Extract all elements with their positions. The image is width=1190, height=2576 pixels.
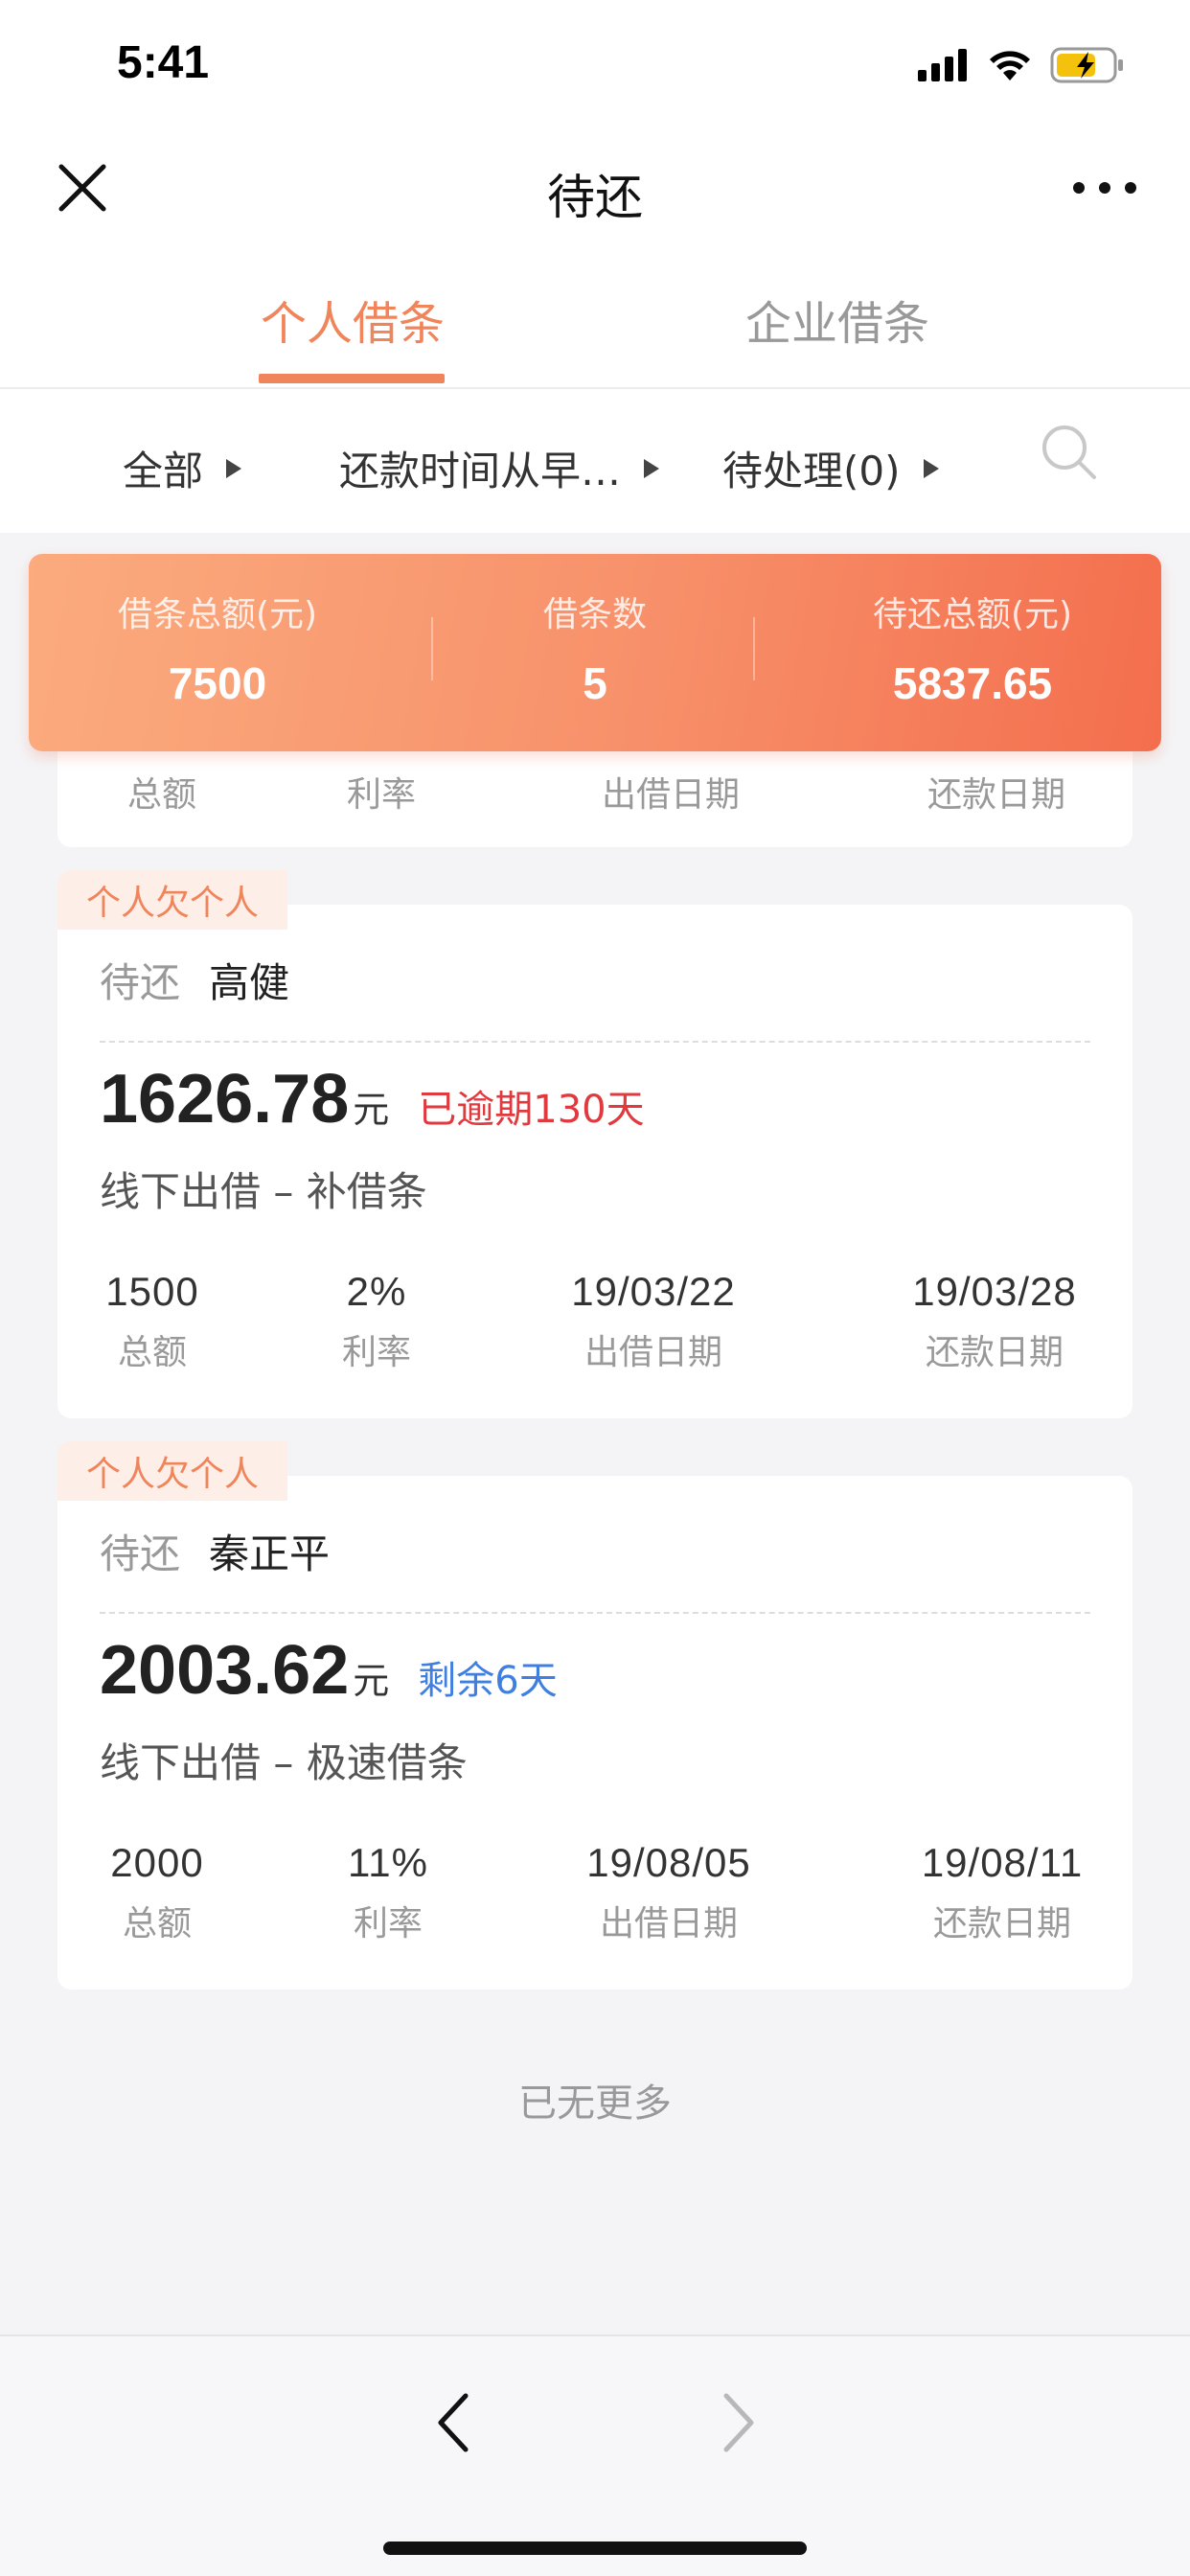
loan-card[interactable]: 待还 高健 1626.78 元 已逾期130天 线下出借 – 补借条 1500 … [57, 905, 1133, 1418]
loan-stats: 2000 总额 11% 利率 19/08/05 出借日期 19/08/11 还款… [57, 1840, 1133, 1955]
stat-value: 19/03/22 [571, 1269, 736, 1314]
screen: 5:41 待还 个人借条 企业借条 全部 还款时间从早… 待处理(0) 总额 利… [0, 0, 1190, 2576]
filter-sort-label: 还款时间从早… [339, 448, 622, 494]
stat-due-date: 19/03/28 还款日期 [889, 1269, 1100, 1374]
stat-label: 出借日期 [601, 775, 740, 815]
loan-channel: 线下出借 – 极速借条 [100, 1739, 468, 1786]
filter-status-dropdown[interactable]: 待处理(0) [722, 439, 939, 497]
stat-lend-date: 19/03/22 出借日期 [548, 1269, 759, 1374]
filter-all-dropdown[interactable]: 全部 [123, 439, 242, 497]
stat-rate: 2% 利率 [324, 1269, 429, 1374]
divider [753, 617, 755, 680]
loan-amount-unit: 元 [353, 1089, 390, 1131]
search-icon[interactable] [1039, 422, 1100, 483]
summary-outstanding-label: 待还总额(元) [872, 595, 1073, 634]
stat-label: 利率 [341, 1333, 411, 1372]
stat-value: 1500 [105, 1269, 199, 1314]
dashed-divider [100, 1041, 1090, 1043]
tab-enterprise-loans[interactable]: 企业借条 [684, 286, 991, 353]
loan-channel: 线下出借 – 补借条 [100, 1168, 427, 1215]
stat-label: 还款日期 [932, 1904, 1071, 1944]
loan-amount-unit: 元 [353, 1660, 390, 1702]
remaining-days-status: 剩余6天 [418, 1659, 558, 1703]
loan-type-tag: 个人欠个人 [57, 1441, 287, 1501]
summary-count-value: 5 [583, 658, 607, 708]
tab-bar: 个人借条 企业借条 [0, 259, 1190, 389]
loan-status-label: 待还 [100, 959, 181, 1006]
loan-card[interactable]: 待还 秦正平 2003.62 元 剩余6天 线下出借 – 极速借条 2000 总… [57, 1476, 1133, 1990]
stat-principal: 1500 总额 [100, 1269, 205, 1374]
borrower-name: 秦正平 [209, 1530, 331, 1577]
loan-amount-value: 1626.78 [100, 1061, 350, 1138]
battery-charging-icon [1050, 47, 1123, 83]
filter-status-label: 待处理(0) [722, 448, 901, 494]
loan-type-tag: 个人欠个人 [57, 870, 287, 930]
loan-amount: 2003.62 元 剩余6天 [100, 1631, 558, 1710]
loan-amount: 1626.78 元 已逾期130天 [100, 1060, 645, 1138]
dropdown-arrow-icon [226, 458, 242, 478]
stat-value: 19/08/11 [921, 1840, 1084, 1885]
stat-principal: 2000 总额 [100, 1840, 215, 1945]
forward-arrow-icon[interactable] [715, 2384, 763, 2461]
status-time: 5:41 [117, 37, 210, 88]
stat-label: 还款日期 [927, 775, 1065, 815]
end-of-list-text: 已无更多 [518, 2082, 672, 2126]
stat-rate: 11% 利率 [335, 1840, 441, 1945]
status-bar: 5:41 [0, 0, 1190, 125]
summary-outstanding: 待还总额(元) 5837.65 [784, 586, 1161, 709]
stat-label: 总额 [117, 1333, 187, 1372]
summary-outstanding-value: 5837.65 [892, 658, 1053, 708]
active-tab-indicator [259, 374, 445, 383]
summary-total-amount-label: 借条总额(元) [117, 595, 318, 634]
overdue-status: 已逾期130天 [418, 1088, 645, 1132]
home-indicator[interactable] [383, 2542, 807, 2555]
summary-banner: 借条总额(元) 7500 借条数 5 待还总额(元) 5837.65 [29, 554, 1161, 751]
stat-label: 总额 [122, 1904, 192, 1944]
stat-label: 总额 [126, 775, 196, 815]
stat-value: 2% [346, 1269, 407, 1314]
bottom-toolbar [0, 2334, 1190, 2576]
summary-count-label: 借条数 [542, 595, 647, 634]
status-icons [918, 44, 1125, 86]
loan-amount-value: 2003.62 [100, 1632, 350, 1709]
stat-lend-date: 19/08/05 出借日期 [563, 1840, 774, 1945]
stat-due-date: 19/08/11 还款日期 [897, 1840, 1108, 1945]
stat-value: 11% [348, 1840, 428, 1885]
stat-label: 利率 [346, 775, 416, 815]
cellular-signal-icon [918, 49, 967, 81]
tab-personal-loans[interactable]: 个人借条 [199, 286, 506, 353]
dropdown-arrow-icon [923, 458, 939, 478]
stat-value: 19/03/28 [912, 1269, 1077, 1314]
filter-bar: 全部 还款时间从早… 待处理(0) [0, 389, 1190, 533]
summary-total-amount-value: 7500 [168, 658, 267, 708]
back-arrow-icon[interactable] [429, 2384, 477, 2461]
stat-label: 出借日期 [584, 1333, 722, 1372]
wifi-icon [990, 51, 1030, 80]
borrower-name: 高健 [209, 959, 290, 1006]
filter-sort-dropdown[interactable]: 还款时间从早… [339, 439, 660, 497]
stat-value: 2000 [110, 1840, 204, 1885]
summary-total-amount: 借条总额(元) 7500 [29, 586, 406, 709]
dropdown-arrow-icon [644, 458, 660, 478]
nav-bar: 待还 [0, 125, 1190, 259]
loan-stats: 1500 总额 2% 利率 19/03/22 出借日期 19/03/28 还款日… [57, 1269, 1133, 1384]
stat-label: 出借日期 [599, 1904, 738, 1944]
dashed-divider [100, 1612, 1090, 1614]
loan-status-label: 待还 [100, 1530, 181, 1577]
page-title: 待还 [547, 170, 643, 225]
stat-value: 19/08/05 [586, 1840, 751, 1885]
filter-all-label: 全部 [123, 448, 204, 494]
more-icon[interactable] [1071, 176, 1138, 199]
stat-label: 还款日期 [925, 1333, 1064, 1372]
stat-label: 利率 [353, 1904, 423, 1944]
summary-count: 借条数 5 [406, 586, 784, 709]
